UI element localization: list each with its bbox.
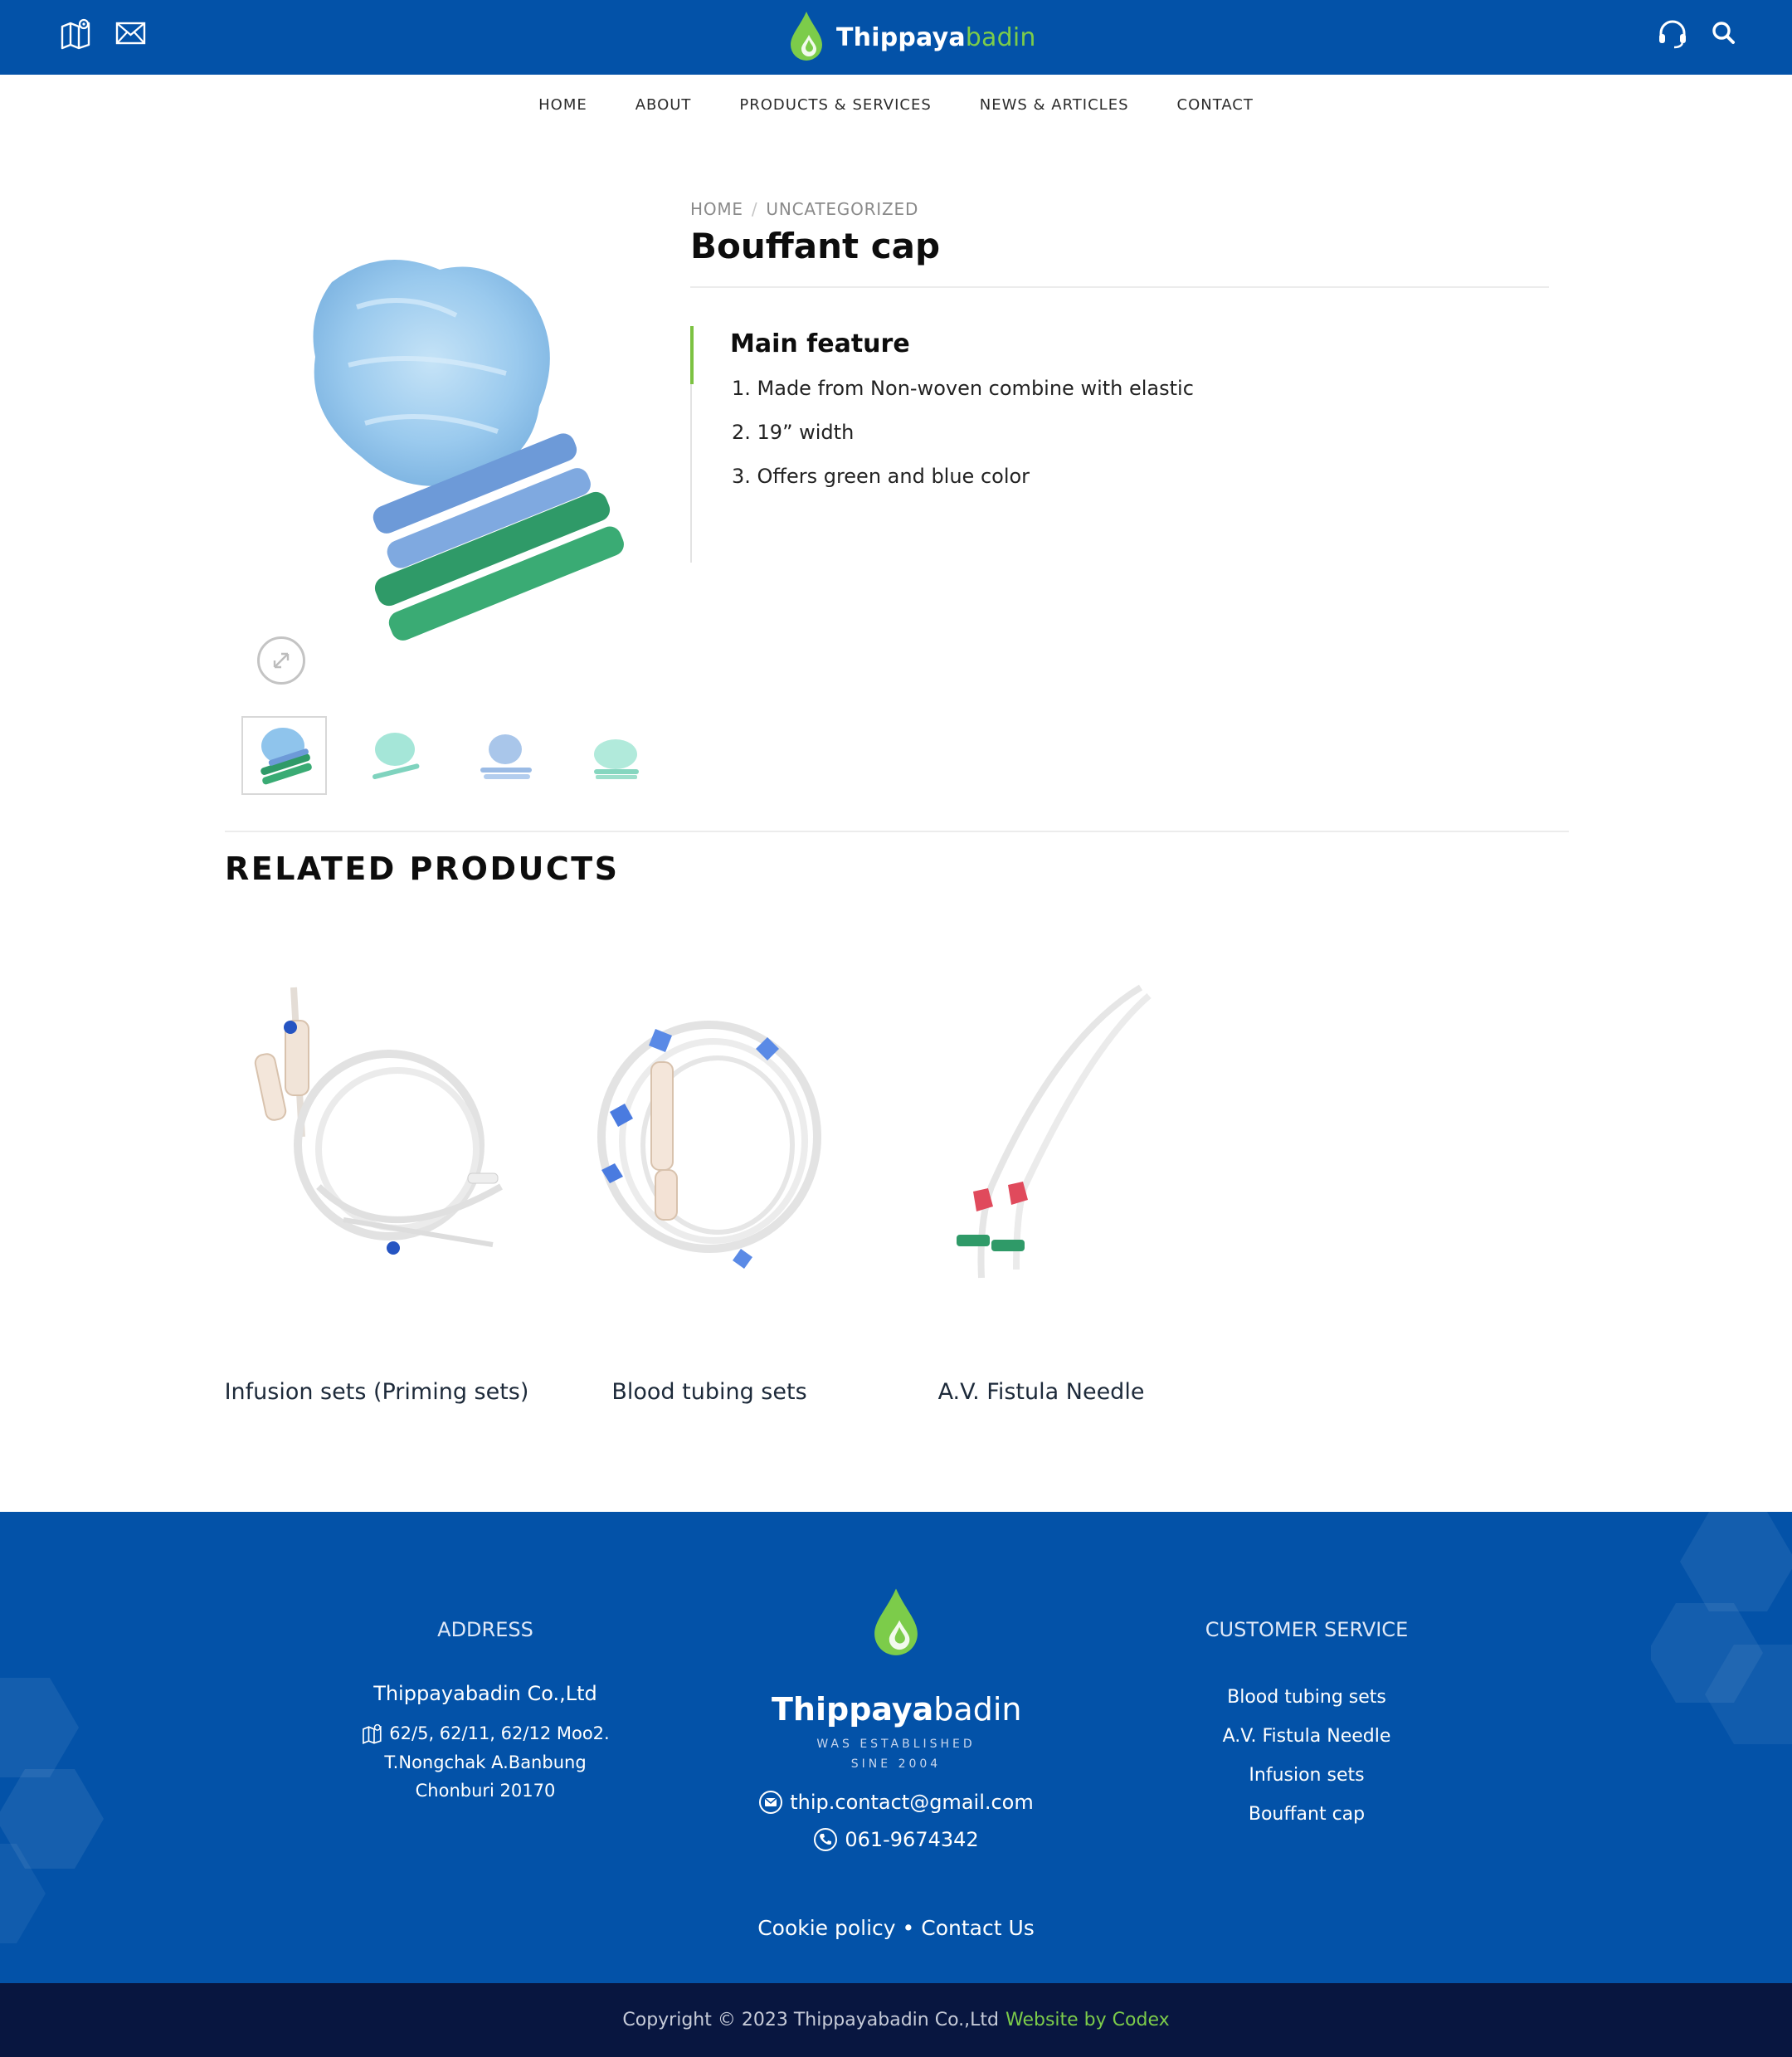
mail-circle-icon	[759, 1791, 783, 1814]
map-pin-icon[interactable]	[60, 17, 100, 56]
breadcrumb: HOME / UNCATEGORIZED	[690, 199, 918, 219]
nav-home[interactable]: HOME	[538, 96, 587, 114]
address-line-3: Chonburi 20170	[415, 1781, 556, 1801]
site-footer: ADDRESS Thippayabadin Co.,Ltd 62/5, 62/1…	[0, 1512, 1792, 1983]
nav-about[interactable]: ABOUT	[635, 96, 692, 114]
feature-item: 2. 19” width	[732, 421, 855, 444]
top-header: Thippayabadin	[0, 0, 1792, 75]
title-divider	[690, 286, 1549, 288]
contact-us-link[interactable]: Contact Us	[921, 1916, 1035, 1940]
address-title: ADDRESS	[437, 1618, 533, 1641]
breadcrumb-separator: /	[751, 199, 758, 219]
feature-item: 3. Offers green and blue color	[732, 465, 1030, 488]
footer-email[interactable]: thip.contact@gmail.com	[647, 1790, 1145, 1815]
related-product-name[interactable]: A.V. Fistula Needle	[884, 1379, 1199, 1405]
related-product-name[interactable]: Blood tubing sets	[552, 1379, 867, 1405]
product-image-av-fistula-needle[interactable]	[884, 921, 1199, 1336]
feature-item: 1. Made from Non-woven combine with elas…	[732, 377, 1194, 400]
main-nav: HOME ABOUT PRODUCTS & SERVICES NEWS & AR…	[0, 75, 1792, 134]
related-product-name[interactable]: Infusion sets (Priming sets)	[219, 1379, 534, 1405]
nav-products-services[interactable]: PRODUCTS & SERVICES	[739, 96, 931, 114]
product-image-infusion-sets[interactable]	[219, 921, 534, 1336]
phone-circle-icon	[814, 1828, 838, 1851]
mail-icon[interactable]	[114, 17, 154, 56]
feature-box: Main feature 1. Made from Non-woven comb…	[690, 326, 1549, 563]
customer-service-title: CUSTOMER SERVICE	[1205, 1618, 1409, 1641]
footer-wordmark: Thippayabadin	[772, 1691, 1022, 1728]
footer-logo[interactable]: Thippayabadin WAS ESTABLISHED SINE 2004	[772, 1588, 1022, 1774]
logo-drop-icon	[874, 1588, 918, 1655]
cs-link-av-fistula[interactable]: A.V. Fistula Needle	[1141, 1726, 1473, 1747]
zoom-button[interactable]	[257, 636, 305, 685]
cs-link-bouffant-cap[interactable]: Bouffant cap	[1141, 1804, 1473, 1825]
related-products-heading: RELATED PRODUCTS	[225, 851, 620, 887]
breadcrumb-home[interactable]: HOME	[690, 199, 743, 219]
logo-drop-icon	[788, 10, 825, 65]
related-product-card[interactable]: Blood tubing sets	[552, 921, 867, 1405]
product-title: Bouffant cap	[690, 226, 941, 266]
expand-icon	[273, 652, 290, 669]
company-name: Thippayabadin Co.,Ltd	[373, 1682, 597, 1705]
developer-credit-link[interactable]: Website by Codex	[1006, 2010, 1170, 2030]
headset-icon[interactable]	[1656, 17, 1696, 56]
related-product-card[interactable]: Infusion sets (Priming sets)	[219, 921, 534, 1405]
thumbnail-strip	[241, 716, 658, 795]
cs-link-blood-tubing[interactable]: Blood tubing sets	[1141, 1687, 1473, 1708]
address-line-2: T.Nongchak A.Banbung	[384, 1752, 587, 1772]
footer-links: Cookie policy • Contact Us	[647, 1916, 1145, 1940]
breadcrumb-category[interactable]: UNCATEGORIZED	[766, 199, 918, 219]
link-separator: •	[902, 1916, 915, 1940]
site-logo[interactable]: Thippayabadin	[788, 10, 1036, 65]
logo-wordmark: Thippayabadin	[836, 22, 1036, 52]
product-main-image[interactable]	[282, 249, 631, 664]
cookie-policy-link[interactable]: Cookie policy	[757, 1916, 895, 1940]
feature-accent-bar	[690, 326, 694, 384]
thumbnail-4[interactable]	[572, 716, 658, 795]
feature-heading: Main feature	[730, 329, 910, 358]
section-divider	[225, 831, 1569, 832]
map-pin-icon	[363, 1723, 382, 1744]
cs-link-infusion-sets[interactable]: Infusion sets	[1141, 1765, 1473, 1786]
nav-contact[interactable]: CONTACT	[1177, 96, 1254, 114]
hexagon-decoration	[0, 1678, 104, 1943]
hexagon-decoration	[1651, 1512, 1792, 1744]
nav-news-articles[interactable]: NEWS & ARTICLES	[980, 96, 1129, 114]
thumbnail-1[interactable]	[241, 716, 327, 795]
copyright-bar: Copyright © 2023 Thippayabadin Co.,Ltd W…	[0, 1983, 1792, 2057]
copyright-text: Copyright © 2023 Thippayabadin Co.,Ltd	[622, 2010, 999, 2030]
thumbnail-2[interactable]	[352, 716, 437, 795]
footer-phone[interactable]: 061-9674342	[647, 1827, 1145, 1852]
address-line-1: 62/5, 62/11, 62/12 Moo2.	[319, 1723, 651, 1744]
search-icon[interactable]	[1707, 17, 1747, 56]
product-image-blood-tubing-sets[interactable]	[552, 921, 867, 1336]
feature-list: 1. Made from Non-woven combine with elas…	[732, 376, 1194, 508]
related-product-card[interactable]: A.V. Fistula Needle	[884, 921, 1199, 1405]
thumbnail-3[interactable]	[462, 716, 548, 795]
established-text: WAS ESTABLISHED SINE 2004	[816, 1738, 976, 1771]
